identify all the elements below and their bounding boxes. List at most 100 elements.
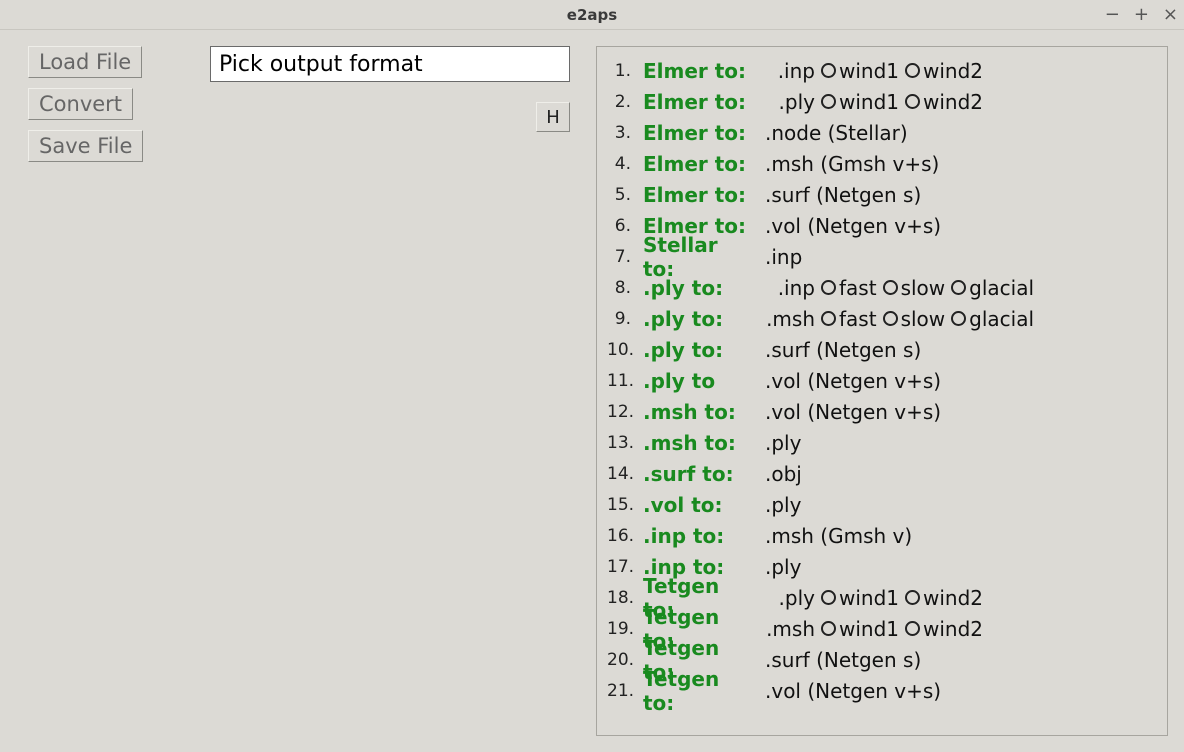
row-source-label: Tetgen to: bbox=[637, 667, 755, 715]
action-column: Load File Convert Save File bbox=[28, 46, 188, 736]
format-row: 14..surf to:.obj bbox=[607, 458, 1157, 489]
row-source-label: Elmer to: bbox=[637, 121, 755, 145]
row-options: wind1wind2 bbox=[821, 90, 987, 114]
option-label: glacial bbox=[969, 276, 1034, 300]
row-number: 5. bbox=[607, 185, 637, 205]
close-icon[interactable]: × bbox=[1163, 6, 1178, 24]
save-file-button[interactable]: Save File bbox=[28, 130, 143, 162]
format-option[interactable]: .vol (Netgen v+s) bbox=[755, 400, 941, 424]
format-row: 16..inp to:.msh (Gmsh v) bbox=[607, 520, 1157, 551]
row-ext-label: .vol (Netgen v+s) bbox=[761, 214, 941, 238]
format-row: 3.Elmer to:.node (Stellar) bbox=[607, 117, 1157, 148]
minimize-icon[interactable]: − bbox=[1105, 6, 1120, 24]
row-number: 16. bbox=[607, 526, 637, 546]
row-number: 4. bbox=[607, 154, 637, 174]
format-option[interactable]: .surf (Netgen s) bbox=[755, 648, 921, 672]
radio-icon bbox=[821, 311, 836, 326]
format-option[interactable]: .vol (Netgen v+s) bbox=[755, 369, 941, 393]
row-number: 2. bbox=[607, 92, 637, 112]
row-number: 20. bbox=[607, 650, 637, 670]
format-sub-option[interactable]: wind2 bbox=[905, 90, 983, 114]
format-option[interactable]: .ply bbox=[755, 493, 801, 517]
row-source-label: .vol to: bbox=[637, 493, 755, 517]
format-option[interactable]: .inp bbox=[755, 245, 802, 269]
option-label: fast bbox=[839, 307, 877, 331]
row-number: 11. bbox=[607, 371, 637, 391]
row-number: 6. bbox=[607, 216, 637, 236]
format-row: 8..ply to:.inpfastslowglacial bbox=[607, 272, 1157, 303]
format-sub-option[interactable]: slow bbox=[883, 276, 946, 300]
format-sub-option[interactable]: wind1 bbox=[821, 586, 899, 610]
option-label: slow bbox=[901, 307, 946, 331]
row-number: 14. bbox=[607, 464, 637, 484]
format-row: 10..ply to:.surf (Netgen s) bbox=[607, 334, 1157, 365]
row-ext-label: .inp bbox=[755, 276, 819, 300]
format-option[interactable]: .msh (Gmsh v+s) bbox=[755, 152, 939, 176]
row-options: fastslow glacial bbox=[821, 276, 1038, 300]
format-option[interactable]: .msh (Gmsh v) bbox=[755, 524, 912, 548]
format-option[interactable]: .vol (Netgen v+s) bbox=[755, 214, 941, 238]
format-sub-option[interactable]: glacial bbox=[951, 307, 1034, 331]
row-source-label: Elmer to: bbox=[637, 152, 755, 176]
format-option[interactable]: .obj bbox=[755, 462, 802, 486]
format-sub-option[interactable]: fast bbox=[821, 276, 877, 300]
row-ext-label: .inp bbox=[761, 245, 802, 269]
row-ext-label: .surf (Netgen s) bbox=[761, 648, 921, 672]
option-label: wind1 bbox=[839, 90, 899, 114]
format-option[interactable]: .vol (Netgen v+s) bbox=[755, 679, 941, 703]
format-option[interactable]: .ply bbox=[755, 555, 801, 579]
window-title: e2aps bbox=[567, 6, 617, 24]
format-sub-option[interactable]: wind1 bbox=[821, 59, 899, 83]
row-ext-label: .node (Stellar) bbox=[761, 121, 908, 145]
window-controls: − + × bbox=[1105, 6, 1178, 24]
row-ext-label: .msh (Gmsh v) bbox=[761, 524, 912, 548]
format-sub-option[interactable]: wind1 bbox=[821, 90, 899, 114]
format-list: 1.Elmer to:.inpwind1wind22.Elmer to:.ply… bbox=[596, 46, 1168, 736]
format-option[interactable]: .surf (Netgen s) bbox=[755, 338, 921, 362]
row-number: 10. bbox=[607, 340, 637, 360]
format-sub-option[interactable]: wind1 bbox=[821, 617, 899, 641]
radio-icon bbox=[883, 280, 898, 295]
format-row: 15..vol to:.ply bbox=[607, 489, 1157, 520]
row-number: 8. bbox=[607, 278, 637, 298]
row-ext-label: .vol (Netgen v+s) bbox=[761, 400, 941, 424]
row-number: 13. bbox=[607, 433, 637, 453]
format-row: 21.Tetgen to:.vol (Netgen v+s) bbox=[607, 675, 1157, 706]
row-source-label: Elmer to: bbox=[637, 90, 755, 114]
format-option[interactable]: .ply bbox=[755, 431, 801, 455]
convert-button[interactable]: Convert bbox=[28, 88, 133, 120]
format-sub-option[interactable]: slow bbox=[883, 307, 946, 331]
radio-icon bbox=[883, 311, 898, 326]
format-sub-option[interactable]: wind2 bbox=[905, 59, 983, 83]
row-ext-label: .msh bbox=[755, 307, 819, 331]
row-number: 18. bbox=[607, 588, 637, 608]
maximize-icon[interactable]: + bbox=[1134, 6, 1149, 24]
row-ext-label: .ply bbox=[755, 586, 819, 610]
row-number: 21. bbox=[607, 681, 637, 701]
row-ext-label: .surf (Netgen s) bbox=[761, 183, 921, 207]
option-label: fast bbox=[839, 276, 877, 300]
option-label: glacial bbox=[969, 307, 1034, 331]
format-option[interactable]: .node (Stellar) bbox=[755, 121, 908, 145]
row-source-label: .msh to: bbox=[637, 431, 755, 455]
row-ext-label: .ply bbox=[761, 493, 801, 517]
load-file-button[interactable]: Load File bbox=[28, 46, 142, 78]
row-options: fast slow glacial bbox=[821, 307, 1038, 331]
option-label: wind2 bbox=[923, 617, 983, 641]
radio-icon bbox=[905, 590, 920, 605]
format-sub-option[interactable]: wind2 bbox=[905, 617, 983, 641]
radio-icon bbox=[821, 621, 836, 636]
format-row: 5.Elmer to:.surf (Netgen s) bbox=[607, 179, 1157, 210]
format-row: 2.Elmer to:.plywind1wind2 bbox=[607, 86, 1157, 117]
help-button[interactable]: H bbox=[536, 102, 570, 132]
format-option[interactable]: .surf (Netgen s) bbox=[755, 183, 921, 207]
output-format-input[interactable] bbox=[210, 46, 570, 82]
row-number: 19. bbox=[607, 619, 637, 639]
radio-icon bbox=[905, 63, 920, 78]
format-sub-option[interactable]: wind2 bbox=[905, 586, 983, 610]
format-row: 1.Elmer to:.inpwind1wind2 bbox=[607, 55, 1157, 86]
row-source-label: .surf to: bbox=[637, 462, 755, 486]
format-sub-option[interactable]: glacial bbox=[951, 276, 1034, 300]
format-sub-option[interactable]: fast bbox=[821, 307, 877, 331]
radio-icon bbox=[951, 280, 966, 295]
